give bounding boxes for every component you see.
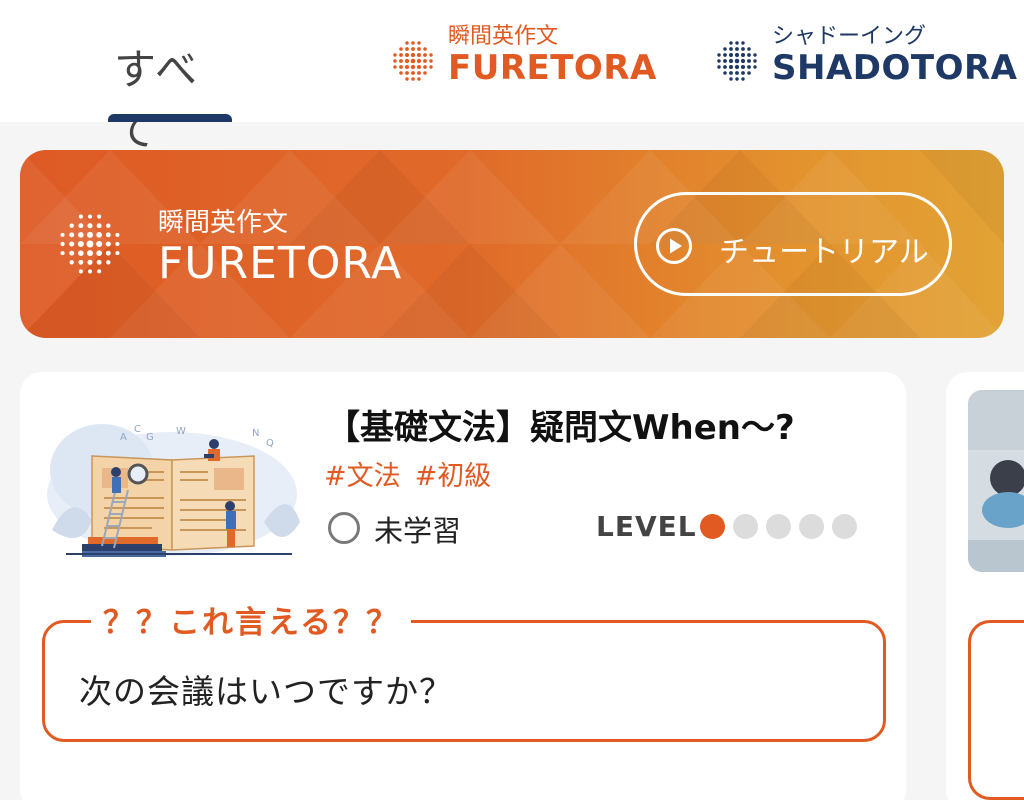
tab-shadotora-title: SHADOTORA [772,48,1018,88]
level-indicator [700,514,865,540]
furetora-banner: 瞬間英作文 FURETORA チュートリアル [20,150,1004,338]
next-lesson-thumbnail [968,390,1024,572]
quiz-box: ？？これ言える？？ 次の会議はいつですか？ [42,597,886,742]
level-dot-empty [799,514,824,539]
tab-furetora-title: FURETORA [448,48,657,88]
tab-shadotora-subtitle: シャドーイング [772,24,927,49]
svg-text:G: G [146,432,154,443]
tutorial-button[interactable]: チュートリアル [634,192,952,296]
quiz-legend: ？？これ言える？？ [91,597,412,642]
level-dot-filled [700,514,725,539]
play-icon [656,228,692,264]
tag-beginner[interactable]: #初級 [415,461,492,492]
tab-furetora-subtitle: 瞬間英作文 [448,24,559,49]
lesson-tags: #文法 #初級 [324,454,505,493]
status-circle-icon [328,512,360,544]
lesson-title: 【基礎文法】疑問文When～? [326,408,795,448]
banner-subtitle: 瞬間英作文 [158,208,289,238]
lesson-illustration: ACG W NQ [47,424,300,557]
svg-text:W: W [176,426,186,437]
svg-text:A: A [120,432,127,443]
tutorial-button-label: チュートリアル [719,235,929,270]
next-lesson-card-peek[interactable] [946,372,1024,800]
tab-all-label: すべて [114,45,200,155]
svg-text:C: C [134,424,141,435]
furetora-dot-grid-icon [393,41,433,81]
status-label: 未学習 [374,514,462,548]
svg-text:Q: Q [266,438,274,449]
tag-grammar[interactable]: #文法 [324,461,401,492]
level-dot-empty [733,514,758,539]
lesson-card[interactable]: ACG W NQ 【基礎文法】疑問文When～? #文法 #初級 未学習 LEVE… [20,372,906,800]
tab-bar: すべて 瞬間英作文 FURETORA シャドーイング SHADOTORA [0,0,1024,155]
level-label: LEVEL [596,510,697,543]
quiz-question: 次の会議はいつですか？ [79,672,453,711]
next-lesson-quiz-box [968,620,1024,800]
tab-all[interactable]: すべて [108,0,234,155]
active-tab-indicator [108,114,232,122]
banner-title: FURETORA [158,238,403,289]
svg-text:N: N [252,428,259,439]
level-dot-empty [766,514,791,539]
banner-dot-grid-icon [60,214,120,274]
tab-shadotora[interactable]: シャドーイング SHADOTORA [716,0,1017,122]
shadotora-dot-grid-icon [717,41,757,81]
level-dot-empty [832,514,857,539]
tab-furetora[interactable]: 瞬間英作文 FURETORA [392,0,656,122]
